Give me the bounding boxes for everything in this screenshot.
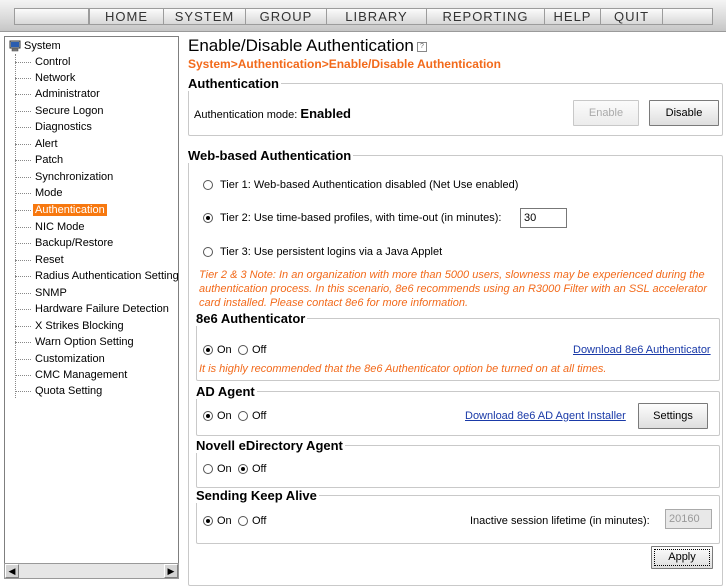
apply-button[interactable]: Apply	[651, 546, 713, 569]
ad-agent-on-radio[interactable]	[203, 411, 213, 421]
menu-help[interactable]: HELP	[545, 8, 601, 25]
tier1-label: Tier 1: Web-based Authentication disable…	[220, 179, 519, 191]
sidebar-item-patch[interactable]: Patch	[15, 152, 65, 168]
authenticator-note: It is highly recommended that the 8e6 Au…	[199, 363, 607, 375]
sidebar-item-snmp[interactable]: SNMP	[15, 285, 69, 301]
download-ad-agent-link[interactable]: Download 8e6 AD Agent Installer	[465, 410, 626, 422]
novell-group: Novell eDirectory Agent	[196, 438, 720, 488]
authenticator-on-label: On	[217, 344, 232, 356]
sidebar-item-diagnostics[interactable]: Diagnostics	[15, 119, 94, 135]
auth-mode-value: Enabled	[300, 106, 351, 121]
tier3-radio[interactable]	[203, 247, 213, 257]
ad-agent-off-label: Off	[252, 410, 267, 422]
tier2-radio[interactable]	[203, 213, 213, 223]
tier-note: Tier 2 & 3 Note: In an organization with…	[199, 269, 707, 309]
menu-home[interactable]: HOME	[89, 8, 164, 25]
sidebar-item-warn-option[interactable]: Warn Option Setting	[15, 334, 136, 350]
sidebar-item-reset[interactable]: Reset	[15, 252, 66, 268]
sidebar-item-backup-restore[interactable]: Backup/Restore	[15, 235, 115, 251]
menu-right-cap	[663, 8, 713, 25]
scroll-left-icon[interactable]: ◀	[5, 564, 19, 578]
sidebar-item-secure-logon[interactable]: Secure Logon	[15, 103, 106, 119]
tier1-radio[interactable]	[203, 180, 213, 190]
sidebar-item-network[interactable]: Network	[15, 70, 77, 86]
authenticator-on-radio[interactable]	[203, 345, 213, 355]
authenticator-off-radio[interactable]	[238, 345, 248, 355]
sidebar-item-quota-setting[interactable]: Quota Setting	[15, 383, 104, 399]
tier2-timeout-input[interactable]: 30	[520, 208, 567, 228]
tier3-label: Tier 3: Use persistent logins via a Java…	[220, 246, 443, 258]
keepalive-on-radio[interactable]	[203, 516, 213, 526]
authenticator-off-label: Off	[252, 344, 267, 356]
sidebar-item-radius[interactable]: Radius Authentication Setting	[15, 268, 178, 284]
keepalive-off-radio[interactable]	[238, 516, 248, 526]
help-icon[interactable]: ?	[416, 41, 427, 52]
sidebar-item-mode[interactable]: Mode	[15, 185, 65, 201]
computer-icon	[9, 40, 21, 52]
scroll-right-icon[interactable]: ▶	[164, 564, 178, 578]
keepalive-legend: Sending Keep Alive	[196, 488, 317, 503]
menu-reporting[interactable]: REPORTING	[427, 8, 545, 25]
sidebar-item-authentication[interactable]: Authentication	[15, 202, 107, 218]
lifetime-input[interactable]: 20160	[665, 509, 712, 529]
sidebar-item-customization[interactable]: Customization	[15, 351, 107, 367]
tier2-label: Tier 2: Use time-based profiles, with ti…	[220, 212, 502, 224]
menu-left-cap	[14, 8, 89, 25]
sidebar-item-cmc-management[interactable]: CMC Management	[15, 367, 129, 383]
sidebar-item-alert[interactable]: Alert	[15, 136, 60, 152]
keepalive-on-label: On	[217, 515, 232, 527]
keepalive-off-label: Off	[252, 515, 267, 527]
enable-button[interactable]: Enable	[573, 100, 639, 126]
top-menu-bar: HOME SYSTEM GROUP LIBRARY REPORTING HELP…	[0, 0, 726, 32]
sidebar-item-hardware-failure[interactable]: Hardware Failure Detection	[15, 301, 171, 317]
novell-off-radio[interactable]	[238, 464, 248, 474]
breadcrumb: System>Authentication>Enable/Disable Aut…	[188, 57, 501, 71]
tree-root-system[interactable]: System	[9, 39, 61, 53]
download-authenticator-link[interactable]: Download 8e6 Authenticator	[573, 344, 711, 356]
menu-group[interactable]: GROUP	[246, 8, 327, 25]
menu-library[interactable]: LIBRARY	[327, 8, 427, 25]
sidebar-horizontal-scrollbar[interactable]: ◀ ▶	[4, 563, 179, 579]
page-title: Enable/Disable Authentication?	[188, 36, 427, 56]
tree-root-label: System	[24, 40, 61, 52]
lifetime-label: Inactive session lifetime (in minutes):	[470, 515, 650, 527]
authenticator-legend: 8e6 Authenticator	[196, 311, 306, 326]
ad-agent-settings-button[interactable]: Settings	[638, 403, 708, 429]
ad-agent-on-label: On	[217, 410, 232, 422]
sidebar-item-administrator[interactable]: Administrator	[15, 86, 102, 102]
menu-quit[interactable]: QUIT	[601, 8, 663, 25]
main-content: Enable/Disable Authentication? System>Au…	[185, 36, 726, 586]
auth-mode-label: Authentication mode: Enabled	[194, 106, 351, 121]
novell-on-radio[interactable]	[203, 464, 213, 474]
sidebar-item-nic-mode[interactable]: NIC Mode	[15, 219, 87, 235]
sidebar-item-synchronization[interactable]: Synchronization	[15, 169, 115, 185]
sidebar-tree: System Control Network Administrator Sec…	[4, 36, 179, 578]
authentication-legend: Authentication	[188, 76, 279, 91]
novell-off-label: Off	[252, 463, 267, 475]
ad-agent-legend: AD Agent	[196, 384, 255, 399]
novell-on-label: On	[217, 463, 232, 475]
sidebar-item-control[interactable]: Control	[15, 54, 72, 70]
novell-legend: Novell eDirectory Agent	[196, 438, 343, 453]
disable-button[interactable]: Disable	[649, 100, 719, 126]
menu-system[interactable]: SYSTEM	[164, 8, 246, 25]
sidebar-item-x-strikes[interactable]: X Strikes Blocking	[15, 318, 126, 334]
web-auth-legend: Web-based Authentication	[188, 148, 352, 163]
ad-agent-off-radio[interactable]	[238, 411, 248, 421]
